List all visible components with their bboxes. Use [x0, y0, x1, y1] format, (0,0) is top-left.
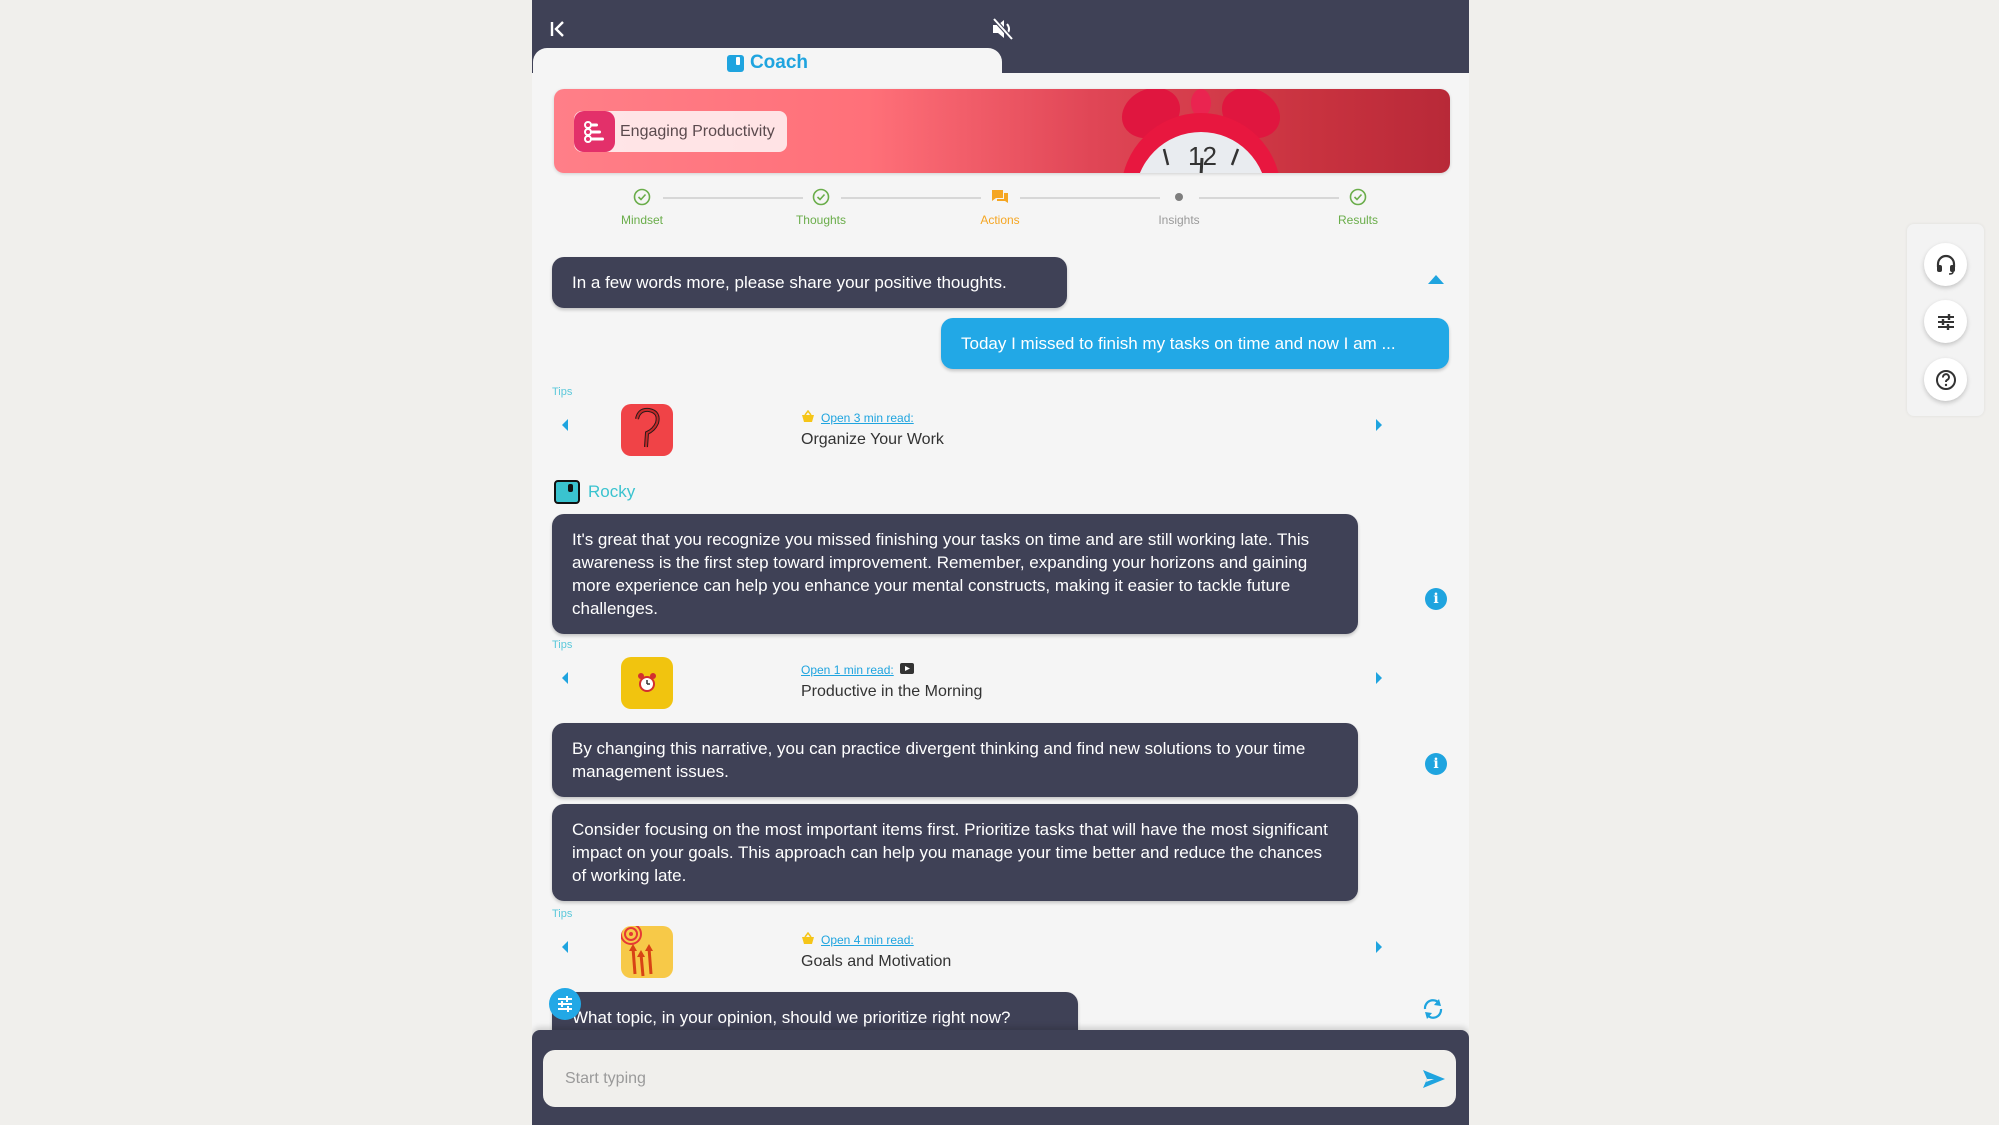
rocky-avatar-icon	[554, 480, 580, 504]
tip-open-link[interactable]: Open 4 min read:	[821, 933, 914, 947]
step-results[interactable]: Results	[1308, 186, 1408, 227]
send-icon[interactable]	[1422, 1067, 1446, 1091]
progress-stepper: Mindset Thoughts Actions Insights Result…	[554, 186, 1450, 236]
info-icon[interactable]: i	[1425, 588, 1447, 610]
coach-message: By changing this narrative, you can prac…	[552, 723, 1358, 797]
bars-list-icon	[574, 111, 615, 152]
step-label: Results	[1337, 213, 1378, 227]
tip-open-link[interactable]: Open 1 min read:	[801, 663, 894, 677]
pending-dot-icon	[1129, 186, 1229, 208]
side-toolbar	[1907, 224, 1984, 416]
coach-identity: Rocky	[554, 480, 635, 504]
premium-basket-icon	[801, 409, 815, 425]
collapse-up-icon[interactable]	[1428, 275, 1444, 284]
chat-bubbles-icon	[950, 186, 1050, 208]
tips-prev-icon[interactable]	[562, 941, 568, 953]
user-message: Today I missed to finish my tasks on tim…	[941, 318, 1449, 369]
check-circle-icon	[771, 186, 871, 208]
video-icon	[899, 663, 914, 677]
topic-badge: Engaging Productivity	[574, 111, 787, 152]
headset-icon[interactable]	[1924, 243, 1967, 286]
target-arrows-icon[interactable]	[621, 926, 673, 978]
tips-prev-icon[interactable]	[562, 419, 568, 431]
alarm-clock-image: 12	[1121, 89, 1281, 173]
coach-message: Consider focusing on the most important …	[552, 804, 1358, 901]
coach-icon	[726, 54, 744, 72]
topic-banner: 12 Engaging Productivity	[554, 89, 1450, 173]
tab-coach[interactable]: Coach	[533, 48, 1002, 78]
volume-muted-icon[interactable]	[988, 14, 1018, 44]
sliders-icon[interactable]	[1924, 300, 1967, 343]
step-insights[interactable]: Insights	[1129, 186, 1229, 227]
topic-title: Engaging Productivity	[620, 122, 775, 140]
tips-next-icon[interactable]	[1376, 672, 1382, 684]
tip-meta: Open 1 min read: Productive in the Morni…	[801, 663, 982, 701]
tips-label: Tips	[552, 908, 573, 920]
info-icon[interactable]: i	[1425, 753, 1447, 775]
tip-meta: Open 3 min read: Organize Your Work	[801, 409, 944, 449]
step-label: Thoughts	[795, 213, 847, 227]
coach-panel: Coach 12 Engaging Productivity Mindset T…	[532, 0, 1469, 1125]
question-circle-icon[interactable]	[1924, 358, 1967, 401]
tip-meta: Open 4 min read: Goals and Motivation	[801, 931, 951, 971]
sliders-icon[interactable]	[549, 988, 581, 1020]
top-bar: Coach	[532, 0, 1469, 78]
coach-message: In a few words more, please share your p…	[552, 257, 1067, 308]
coach-name: Rocky	[588, 482, 636, 501]
refresh-icon[interactable]	[1421, 997, 1445, 1021]
question-mark-icon[interactable]	[621, 404, 673, 456]
tips-carousel: Tips Open 3 min read: Organize Your Work	[552, 386, 1392, 456]
check-circle-icon	[1308, 186, 1408, 208]
step-label: Actions	[980, 213, 1020, 227]
coach-message: It's great that you recognize you missed…	[552, 514, 1358, 634]
step-actions[interactable]: Actions	[950, 186, 1050, 227]
check-circle-icon	[592, 186, 692, 208]
premium-basket-icon	[801, 931, 815, 947]
tip-title[interactable]: Goals and Motivation	[801, 953, 951, 971]
composer-bar	[532, 1030, 1469, 1125]
tips-label: Tips	[552, 639, 573, 651]
step-label: Mindset	[620, 213, 664, 227]
step-mindset[interactable]: Mindset	[592, 186, 692, 227]
message-input-box	[543, 1050, 1456, 1107]
message-input[interactable]	[543, 1050, 1403, 1107]
tips-next-icon[interactable]	[1376, 419, 1382, 431]
tip-title[interactable]: Productive in the Morning	[801, 683, 982, 701]
collapse-left-icon[interactable]	[546, 16, 572, 42]
alarm-clock-icon[interactable]	[621, 657, 673, 709]
step-thoughts[interactable]: Thoughts	[771, 186, 871, 227]
tips-label: Tips	[552, 386, 573, 398]
tab-coach-label: Coach	[749, 52, 809, 73]
tip-title[interactable]: Organize Your Work	[801, 431, 944, 449]
tips-next-icon[interactable]	[1376, 941, 1382, 953]
tips-carousel: Tips Open 1 min read: Productive in the …	[552, 639, 1392, 709]
tips-carousel: Tips Open 4 min read: Goals and Motivati…	[552, 908, 1392, 978]
step-label: Insights	[1158, 213, 1200, 227]
tips-prev-icon[interactable]	[562, 672, 568, 684]
tip-open-link[interactable]: Open 3 min read:	[821, 411, 914, 425]
